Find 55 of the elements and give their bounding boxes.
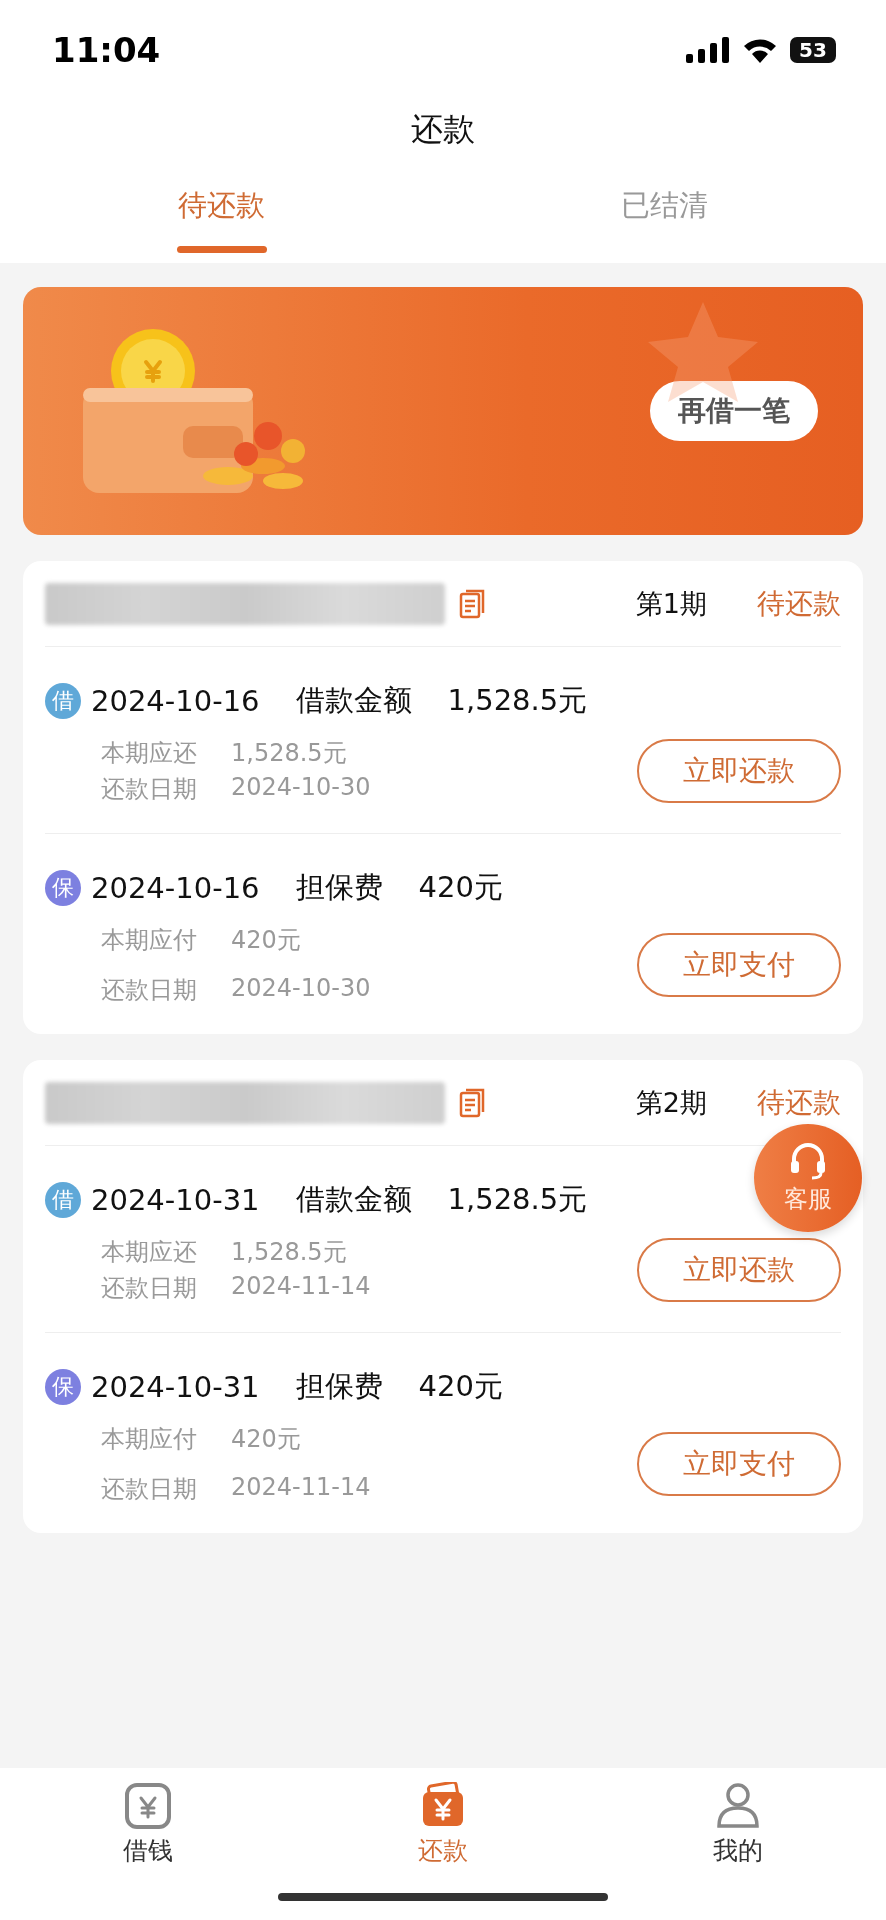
status-label: 待还款 [757,585,841,622]
date-value: 2024-11-14 [231,1473,371,1503]
item-date: 2024-10-16 [91,684,260,718]
type-badge: 保 [45,1369,81,1405]
item-type: 借款金额 [295,682,412,719]
type-badge: 保 [45,870,81,906]
nav-tab[interactable]: 借钱 [122,1834,173,1867]
date-label: 还款日期 [101,774,197,805]
nav-tab[interactable]: 我的 [713,1834,764,1867]
item-type: 担保费 [295,869,383,906]
date-label: 还款日期 [101,1474,197,1505]
due-label: 本期应还 [101,738,197,769]
item-date: 2024-10-31 [91,1370,260,1404]
period-label: 第1期 [635,586,707,621]
due-label: 本期应还 [101,1237,197,1268]
date-value: 2024-10-30 [231,974,371,1004]
signal-icon [686,37,730,63]
item-date: 2024-10-31 [91,1183,260,1217]
date-value: 2024-10-30 [231,773,371,803]
tab[interactable]: 待还款 [178,186,265,226]
item-amount: 420元 [418,869,503,906]
item-date: 2024-10-16 [91,871,260,905]
pay-button[interactable]: 立即还款 [637,1238,841,1302]
tab[interactable]: 已结清 [621,186,708,226]
page-title: 还款 [410,109,476,150]
type-badge: 借 [45,683,81,719]
pay-button[interactable]: 立即支付 [637,1432,841,1496]
battery-icon: 53 [790,37,836,63]
due-value: 420元 [231,925,302,956]
due-label: 本期应付 [101,925,197,956]
due-value: 1,528.5元 [231,738,348,769]
nav-tab[interactable]: 还款 [418,1834,468,1867]
wifi-icon [742,37,778,63]
item-amount: 420元 [418,1368,503,1405]
item-type: 担保费 [295,1368,383,1405]
borrow-again-button[interactable]: 再借一笔 [650,381,818,441]
period-label: 第2期 [635,1085,707,1120]
due-value: 1,528.5元 [231,1237,348,1268]
document-icon[interactable] [459,588,485,619]
status-time: 11:04 [52,30,161,70]
item-type: 借款金额 [295,1181,412,1218]
date-label: 还款日期 [101,975,197,1006]
status-label: 待还款 [757,1084,841,1121]
type-badge: 借 [45,1182,81,1218]
due-label: 本期应付 [101,1424,197,1455]
date-value: 2024-11-14 [231,1272,371,1302]
item-amount: 1,528.5元 [447,682,588,719]
document-icon[interactable] [459,1087,485,1118]
headset-icon [788,1141,828,1181]
pay-button[interactable]: 立即支付 [637,933,841,997]
due-value: 420元 [231,1424,302,1455]
date-label: 还款日期 [101,1273,197,1304]
item-amount: 1,528.5元 [447,1181,588,1218]
yuan-icon [123,1782,172,1830]
pay-button[interactable]: 立即还款 [637,739,841,803]
